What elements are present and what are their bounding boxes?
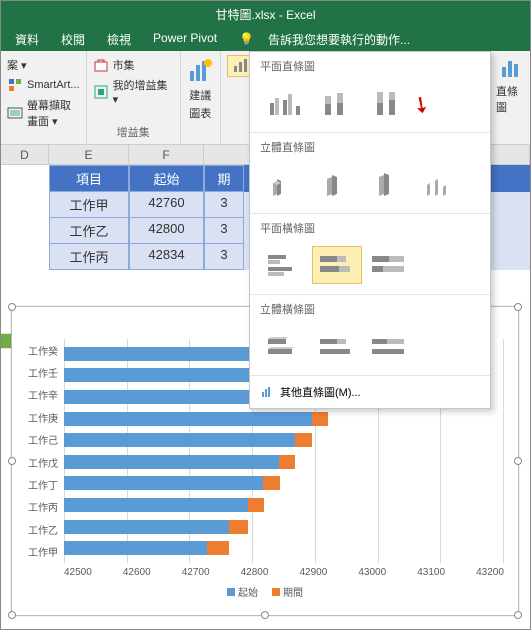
illustrations-menu[interactable]: 案 ▾ xyxy=(7,55,80,75)
stacked-column-thumb[interactable] xyxy=(312,84,362,122)
tab-view[interactable]: 檢視 xyxy=(97,27,141,51)
x-axis-labels: 4250042600427004280042900430004310043200 xyxy=(64,567,504,578)
recommended-charts-button[interactable]: 建議圖表 xyxy=(184,55,216,123)
resize-handle[interactable] xyxy=(8,611,16,619)
window-title: 甘特圖.xlsx - Excel xyxy=(215,6,315,23)
smartart-button[interactable]: SmartArt... xyxy=(7,75,80,95)
stacked-bar-thumb[interactable] xyxy=(312,246,362,284)
recommended-charts-icon xyxy=(186,57,214,85)
screenshot-button[interactable]: 螢幕擷取畫面 ▾ xyxy=(7,95,80,131)
title-bar: 甘特圖.xlsx - Excel xyxy=(1,1,530,27)
resize-handle[interactable] xyxy=(8,303,16,311)
my-addins-button[interactable]: 我的增益集 ▾ xyxy=(93,75,174,108)
tab-data[interactable]: 資料 xyxy=(5,27,49,51)
column-chart-dropdown-menu: ➘ 平面直條圖 立體直條圖 平面橫條圖 立體橫條圖 其他直條圖(M)... xyxy=(249,51,491,409)
tab-powerpivot[interactable]: Power Pivot xyxy=(143,27,227,51)
addins-group-label: 增益集 xyxy=(93,122,174,140)
th-dur[interactable]: 期 xyxy=(204,165,244,192)
more-column-charts[interactable]: 其他直條圖(M)... xyxy=(250,376,490,408)
3d-stacked-column-thumb[interactable] xyxy=(312,165,362,203)
col-hdr-d[interactable]: D xyxy=(1,145,49,164)
store-button[interactable]: 市集 xyxy=(93,55,174,75)
screenshot-icon xyxy=(7,105,23,121)
smartart-icon xyxy=(7,77,23,93)
y-axis-labels: 工作癸工作壬工作辛工作庚工作己工作戊工作丁工作丙工作乙工作甲 xyxy=(18,339,58,563)
addins-icon xyxy=(93,84,109,100)
th-start[interactable]: 起始 xyxy=(129,165,204,192)
resize-handle[interactable] xyxy=(514,457,522,465)
sparkline-icon xyxy=(496,57,524,81)
stacked100-bar-thumb[interactable] xyxy=(364,246,414,284)
more-charts-icon xyxy=(260,385,274,399)
3d-stacked100-bar-thumb[interactable] xyxy=(364,327,414,365)
clustered-column-thumb[interactable] xyxy=(260,84,310,122)
stacked100-column-thumb[interactable] xyxy=(364,84,414,122)
3d-stacked100-column-thumb[interactable] xyxy=(364,165,414,203)
dd-section-3d-column: 立體直條圖 xyxy=(250,133,490,161)
store-icon xyxy=(93,57,109,73)
ribbon-tabs: 資料 校閱 檢視 Power Pivot 💡 告訴我您想要執行的動作... xyxy=(1,27,530,51)
dd-section-2d-column: 平面直條圖 xyxy=(250,52,490,80)
3d-clustered-bar-thumb[interactable] xyxy=(260,327,310,365)
sparkline-button[interactable]: 直條圖 xyxy=(494,55,526,117)
resize-handle[interactable] xyxy=(261,611,269,619)
legend-swatch-duration xyxy=(272,588,280,596)
tell-me-search[interactable]: 💡 告訴我您想要執行的動作... xyxy=(229,27,430,51)
resize-handle[interactable] xyxy=(514,611,522,619)
th-item[interactable]: 項目 xyxy=(49,165,129,192)
resize-handle[interactable] xyxy=(8,457,16,465)
col-hdr-f[interactable]: F xyxy=(129,145,204,164)
clustered-bar-thumb[interactable] xyxy=(260,246,310,284)
dd-section-3d-bar: 立體橫條圖 xyxy=(250,295,490,323)
3d-column-thumb[interactable] xyxy=(416,165,466,203)
chart-legend[interactable]: 起始 期間 xyxy=(12,584,518,599)
tab-review[interactable]: 校閱 xyxy=(51,27,95,51)
3d-stacked-bar-thumb[interactable] xyxy=(312,327,362,365)
legend-swatch-start xyxy=(227,588,235,596)
resize-handle[interactable] xyxy=(514,303,522,311)
3d-clustered-column-thumb[interactable] xyxy=(260,165,310,203)
dd-section-2d-bar: 平面橫條圖 xyxy=(250,214,490,242)
col-hdr-e[interactable]: E xyxy=(49,145,129,164)
